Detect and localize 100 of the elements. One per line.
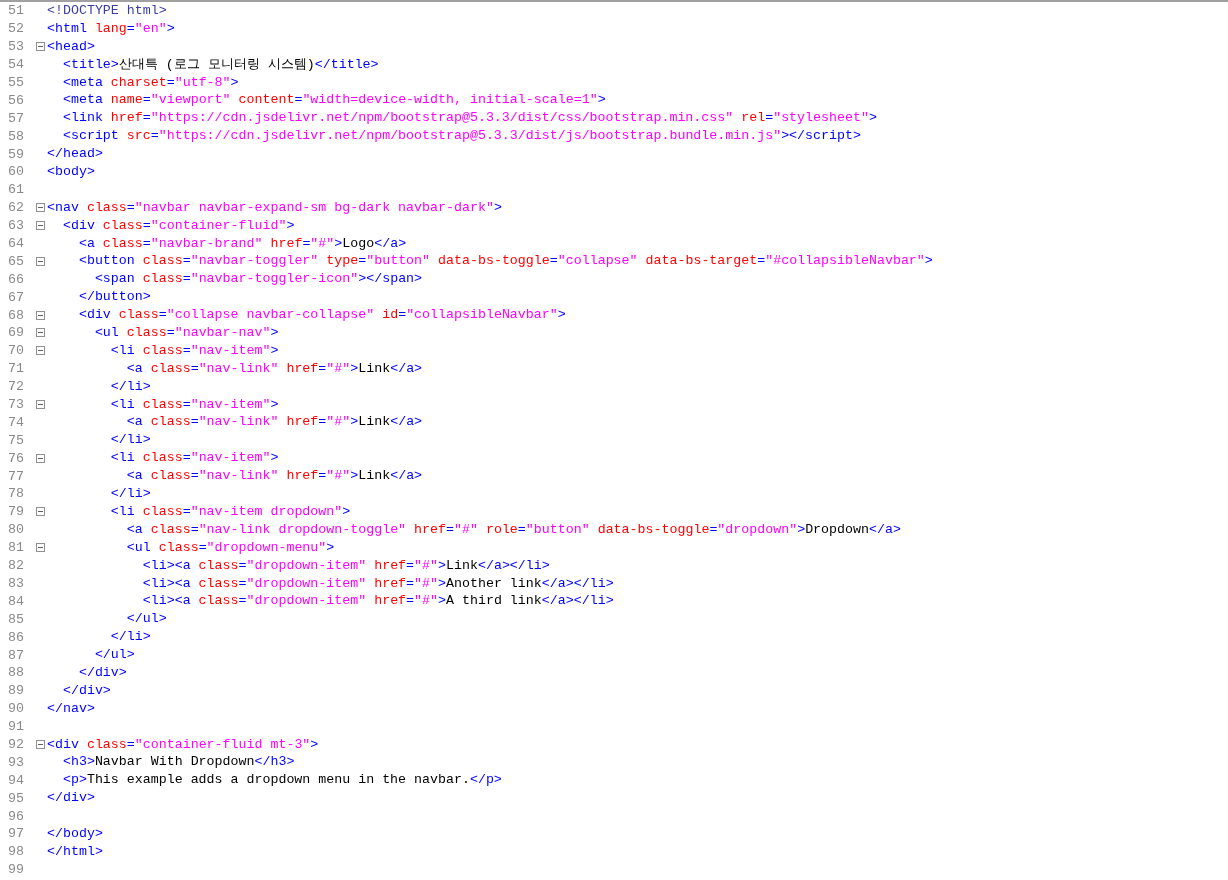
line-number: 51 bbox=[7, 3, 25, 19]
code-line: <meta charset="utf-8"> bbox=[61, 73, 239, 92]
code-line: </li> bbox=[109, 377, 151, 396]
code-line: </ul> bbox=[93, 646, 135, 664]
code-line: </div> bbox=[77, 663, 127, 682]
line-number: 60 bbox=[7, 164, 25, 180]
line-number: 89 bbox=[7, 683, 25, 699]
line-number: 82 bbox=[7, 558, 25, 574]
code-line: <ul class="dropdown-menu"> bbox=[125, 538, 335, 557]
code-line: <nav class="navbar navbar-expand-sm bg-dark navbar-dark"> bbox=[47, 198, 502, 217]
line-number: 88 bbox=[7, 665, 25, 681]
line-number: 83 bbox=[7, 575, 25, 591]
collapse-icon[interactable] bbox=[36, 346, 45, 356]
line-number: 75 bbox=[7, 432, 25, 448]
line-number: 72 bbox=[7, 379, 25, 395]
line-number: 57 bbox=[7, 110, 25, 126]
code-line: <a class="nav-link" href="#">Link</a> bbox=[125, 467, 423, 486]
code-line: <script src="https://cdn.jsdelivr.net/npm/bootstrap@5.3.3/dist/js/bootstrap.bundle.min.js"></script> bbox=[61, 127, 861, 146]
code-line: <meta name="viewport" content="width=device-width, initial-scale=1"> bbox=[61, 91, 606, 110]
code-line: </nav> bbox=[47, 699, 95, 718]
line-number: 93 bbox=[7, 754, 25, 770]
code-line: <title>산대특 (로그 모니터링 시스템)</title> bbox=[61, 55, 379, 74]
collapse-icon[interactable] bbox=[36, 310, 45, 320]
code-line: <a class="nav-link" href="#">Link</a> bbox=[125, 413, 423, 432]
code-line: <h3>Navbar With Dropdown</h3> bbox=[61, 753, 295, 772]
line-number: 87 bbox=[7, 647, 25, 663]
line-number: 53 bbox=[7, 39, 25, 55]
line-number: 78 bbox=[7, 486, 25, 502]
line-number: 63 bbox=[7, 218, 25, 234]
line-number: 70 bbox=[7, 343, 25, 359]
collapse-icon[interactable] bbox=[36, 453, 45, 463]
collapse-icon[interactable] bbox=[36, 256, 45, 266]
line-number: 54 bbox=[7, 57, 25, 73]
line-number: 98 bbox=[7, 844, 25, 860]
line-number: 97 bbox=[7, 826, 25, 842]
code-line: <body> bbox=[47, 163, 95, 181]
code-line: <html lang="en"> bbox=[47, 19, 175, 38]
code-line: </div> bbox=[47, 789, 95, 808]
code-line: <li class="nav-item dropdown"> bbox=[109, 502, 351, 521]
code-line: <span class="navbar-toggler-icon"></span> bbox=[93, 270, 423, 289]
collapse-icon[interactable] bbox=[36, 221, 45, 231]
code-line: </head> bbox=[47, 145, 103, 164]
code-line: <a class="nav-link dropdown-toggle" href="#" role="button" data-bs-toggle="dropdown">Dropdown</a> bbox=[125, 520, 901, 539]
code-line: <a class="nav-link" href="#">Link</a> bbox=[125, 359, 423, 378]
line-number: 95 bbox=[7, 790, 25, 806]
code-line: <div class="container-fluid mt-3"> bbox=[47, 735, 319, 754]
collapse-icon[interactable] bbox=[36, 507, 45, 517]
code-line: </html> bbox=[47, 842, 103, 861]
line-number: 73 bbox=[7, 397, 25, 413]
line-number: 71 bbox=[7, 361, 25, 377]
line-number: 61 bbox=[7, 182, 25, 198]
line-number: 56 bbox=[7, 92, 25, 108]
code-line: <!DOCTYPE html> bbox=[47, 2, 167, 20]
line-number: 65 bbox=[7, 253, 25, 269]
code-line: </li> bbox=[109, 431, 151, 450]
line-number: 92 bbox=[7, 736, 25, 752]
code-line: <head> bbox=[47, 37, 95, 56]
code-line: </div> bbox=[61, 681, 111, 700]
line-number: 62 bbox=[7, 200, 25, 216]
code-line: <link href="https://cdn.jsdelivr.net/npm/bootstrap@5.3.3/dist/css/bootstrap.min.css" rel="stylesheet"> bbox=[61, 109, 877, 128]
line-number: 79 bbox=[7, 504, 25, 520]
code-line: <li><a class="dropdown-item" href="#">Link</a></li> bbox=[141, 556, 550, 575]
line-number: 66 bbox=[7, 271, 25, 287]
line-number: 81 bbox=[7, 540, 25, 556]
code-line: </li> bbox=[109, 485, 151, 503]
line-number: 74 bbox=[7, 414, 25, 430]
code-line: <div class="collapse navbar-collapse" id="collapsibleNavbar"> bbox=[77, 306, 566, 325]
code-line: <li class="nav-item"> bbox=[109, 395, 279, 414]
code-line: <button class="navbar-toggler" type="button" data-bs-toggle="collapse" data-bs-target="#collapsibleNavbar"> bbox=[77, 252, 933, 271]
code-line: <li class="nav-item"> bbox=[109, 341, 279, 360]
line-number: 91 bbox=[7, 719, 25, 735]
line-number: 86 bbox=[7, 629, 25, 645]
line-number: 69 bbox=[7, 325, 25, 341]
line-number: 64 bbox=[7, 236, 25, 251]
code-line: </li> bbox=[109, 628, 151, 647]
collapse-icon[interactable] bbox=[36, 543, 45, 553]
line-number: 58 bbox=[7, 128, 25, 144]
code-line: <li><a class="dropdown-item" href="#">Another link</a></li> bbox=[141, 574, 614, 593]
code-line: <div class="container-fluid"> bbox=[61, 216, 295, 235]
line-number: 77 bbox=[7, 468, 25, 484]
code-line: </button> bbox=[77, 288, 151, 307]
line-number: 96 bbox=[7, 808, 25, 824]
line-number: 52 bbox=[7, 21, 25, 37]
collapse-icon[interactable] bbox=[36, 739, 45, 749]
line-number: 59 bbox=[7, 146, 25, 162]
line-number: 55 bbox=[7, 75, 25, 90]
code-line: <a class="navbar-brand" href="#">Logo</a> bbox=[77, 234, 407, 253]
line-number: 94 bbox=[7, 772, 25, 788]
collapse-icon[interactable] bbox=[36, 203, 45, 213]
line-number: 90 bbox=[7, 701, 25, 717]
line-number: 68 bbox=[7, 307, 25, 323]
line-number: 80 bbox=[7, 522, 25, 538]
line-number: 67 bbox=[7, 289, 25, 305]
code-line: </ul> bbox=[125, 610, 167, 629]
code-line: <li class="nav-item"> bbox=[109, 449, 279, 468]
collapse-icon[interactable] bbox=[36, 328, 45, 338]
line-number: 99 bbox=[7, 862, 25, 878]
code-line: </body> bbox=[47, 824, 103, 843]
collapse-icon[interactable] bbox=[36, 42, 45, 52]
collapse-icon[interactable] bbox=[36, 400, 45, 410]
